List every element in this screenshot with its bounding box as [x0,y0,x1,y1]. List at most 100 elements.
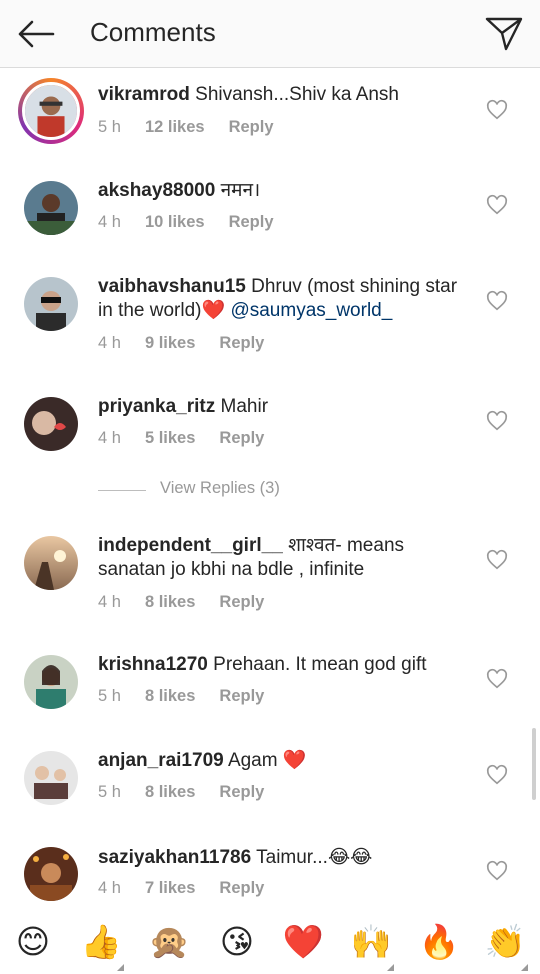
like-heart-icon[interactable] [486,99,508,121]
comment-meta: 5 h 12 likes Reply [98,118,274,137]
speak-no-evil-emoji-button[interactable]: 🙊 [144,917,194,967]
comment-username[interactable]: anjan_rai1709 [98,750,224,771]
comment-likes[interactable]: 8 likes [145,783,195,802]
comment-text: akshay88000 नमन। [98,179,468,203]
avatar[interactable] [18,78,84,144]
heart-emoji: ❤️ [282,750,307,771]
comment-meta: 4 h 10 likes Reply [98,213,274,232]
smiling-face-emoji-button[interactable]: 😊 [8,917,58,967]
comment-text: saziyakhan11786 Taimur...😂😂 [98,845,468,870]
like-heart-icon[interactable] [486,764,508,786]
view-replies-button[interactable]: View Replies (3) [98,479,398,503]
top-bar: Comments [0,0,540,68]
like-heart-icon[interactable] [486,668,508,690]
thumbs-up-emoji-button[interactable]: 👍 [76,917,126,971]
comment-time: 4 h [98,429,121,447]
view-replies-divider [98,490,146,491]
comment-meta: 4 h 8 likes Reply [98,593,264,612]
comment-likes[interactable]: 7 likes [145,879,195,898]
comment-username[interactable]: independent__girl__ [98,535,283,556]
reply-button[interactable]: Reply [219,334,264,353]
comment-likes[interactable]: 8 likes [145,593,195,612]
comment-text: anjan_rai1709 Agam ❤️ [98,749,468,773]
skin-tone-indicator [117,964,124,971]
comment-meta: 4 h 9 likes Reply [98,334,264,353]
comment-time: 4 h [98,213,121,231]
avatar[interactable] [24,751,78,805]
like-heart-icon[interactable] [486,410,508,432]
avatar[interactable] [24,397,78,451]
direct-send-icon [485,17,523,51]
clapping-hands-emoji: 👏 [484,922,526,961]
comment-time: 5 h [98,783,121,801]
comment-time: 5 h [98,687,121,705]
comment-body: Taimur... [256,847,328,868]
comment-meta: 5 h 8 likes Reply [98,783,264,802]
reply-button[interactable]: Reply [219,879,264,898]
comment-likes[interactable]: 5 likes [145,429,195,448]
reply-button[interactable]: Reply [219,429,264,448]
avatar[interactable] [24,536,78,590]
comment-text: vaibhavshanu15 Dhruv (most shining star … [98,275,468,323]
reply-button[interactable]: Reply [219,687,264,706]
comment-username[interactable]: priyanka_ritz [98,396,215,417]
thumbs-up-emoji: 👍 [80,922,122,961]
comment-meta: 4 h 7 likes Reply [98,879,264,898]
comment-text: vikramrod Shivansh...Shiv ka Ansh [98,83,468,107]
comments-list[interactable]: vikramrod Shivansh...Shiv ka Ansh 5 h 12 … [0,69,540,917]
comment-body: नमन। [220,180,261,201]
comment-text: krishna1270 Prehaan. It mean god gift [98,653,468,677]
comment-body: Agam [227,750,278,771]
comment-username[interactable]: krishna1270 [98,654,208,675]
kissing-face-emoji-button[interactable]: 😘 [212,917,262,967]
view-replies-label: View Replies (3) [160,479,280,497]
comment-likes[interactable]: 8 likes [145,687,195,706]
comment-time: 4 h [98,334,121,352]
like-heart-icon[interactable] [486,860,508,882]
page-title: Comments [90,17,216,47]
back-button[interactable] [14,14,58,54]
reply-button[interactable]: Reply [229,213,274,232]
avatar[interactable] [24,181,78,235]
mention-link[interactable]: @saumyas_world_ [230,300,392,321]
comment-username[interactable]: vaibhavshanu15 [98,276,246,297]
skin-tone-indicator [387,964,394,971]
comment-text: priyanka_ritz Mahir [98,395,468,419]
comment-meta: 4 h 5 likes Reply [98,429,264,448]
like-heart-icon[interactable] [486,194,508,216]
raised-hands-emoji-button[interactable]: 🙌 [346,917,396,971]
comment-likes[interactable]: 9 likes [145,334,195,353]
share-button[interactable] [482,12,526,56]
avatar[interactable] [24,847,78,901]
avatar[interactable] [24,655,78,709]
raised-hands-emoji: 🙌 [350,922,392,961]
laughing-emoji: 😂😂 [327,846,373,868]
comment-likes[interactable]: 10 likes [145,213,205,232]
comment-time: 5 h [98,118,121,136]
scrollbar[interactable] [532,728,536,800]
fire-emoji-button[interactable]: 🔥 [414,917,464,967]
skin-tone-indicator [521,964,528,971]
clapping-hands-emoji-button[interactable]: 👏 [480,917,530,971]
like-heart-icon[interactable] [486,549,508,571]
comment-time: 4 h [98,593,121,611]
heart-emoji: ❤️ [201,300,226,321]
comment-text: independent__girl__ शाश्वत- means sanata… [98,534,468,582]
comment-body: Prehaan. It mean god gift [213,654,427,675]
avatar[interactable] [24,277,78,331]
back-arrow-icon [18,20,55,48]
comment-username[interactable]: saziyakhan11786 [98,847,251,868]
like-heart-icon[interactable] [486,290,508,312]
reply-button[interactable]: Reply [219,783,264,802]
comment-likes[interactable]: 12 likes [145,118,205,137]
comment-body: Shivansh...Shiv ka Ansh [195,84,399,105]
reply-button[interactable]: Reply [219,593,264,612]
comment-time: 4 h [98,879,121,897]
comment-username[interactable]: akshay88000 [98,180,215,201]
quick-emoji-bar: 😊 👍 🙊 😘 ❤️ 🙌 🔥 👏 [0,917,540,974]
red-heart-emoji-button[interactable]: ❤️ [278,917,328,967]
comment-body: Mahir [220,396,269,417]
comment-meta: 5 h 8 likes Reply [98,687,264,706]
reply-button[interactable]: Reply [229,118,274,137]
comment-username[interactable]: vikramrod [98,84,190,105]
